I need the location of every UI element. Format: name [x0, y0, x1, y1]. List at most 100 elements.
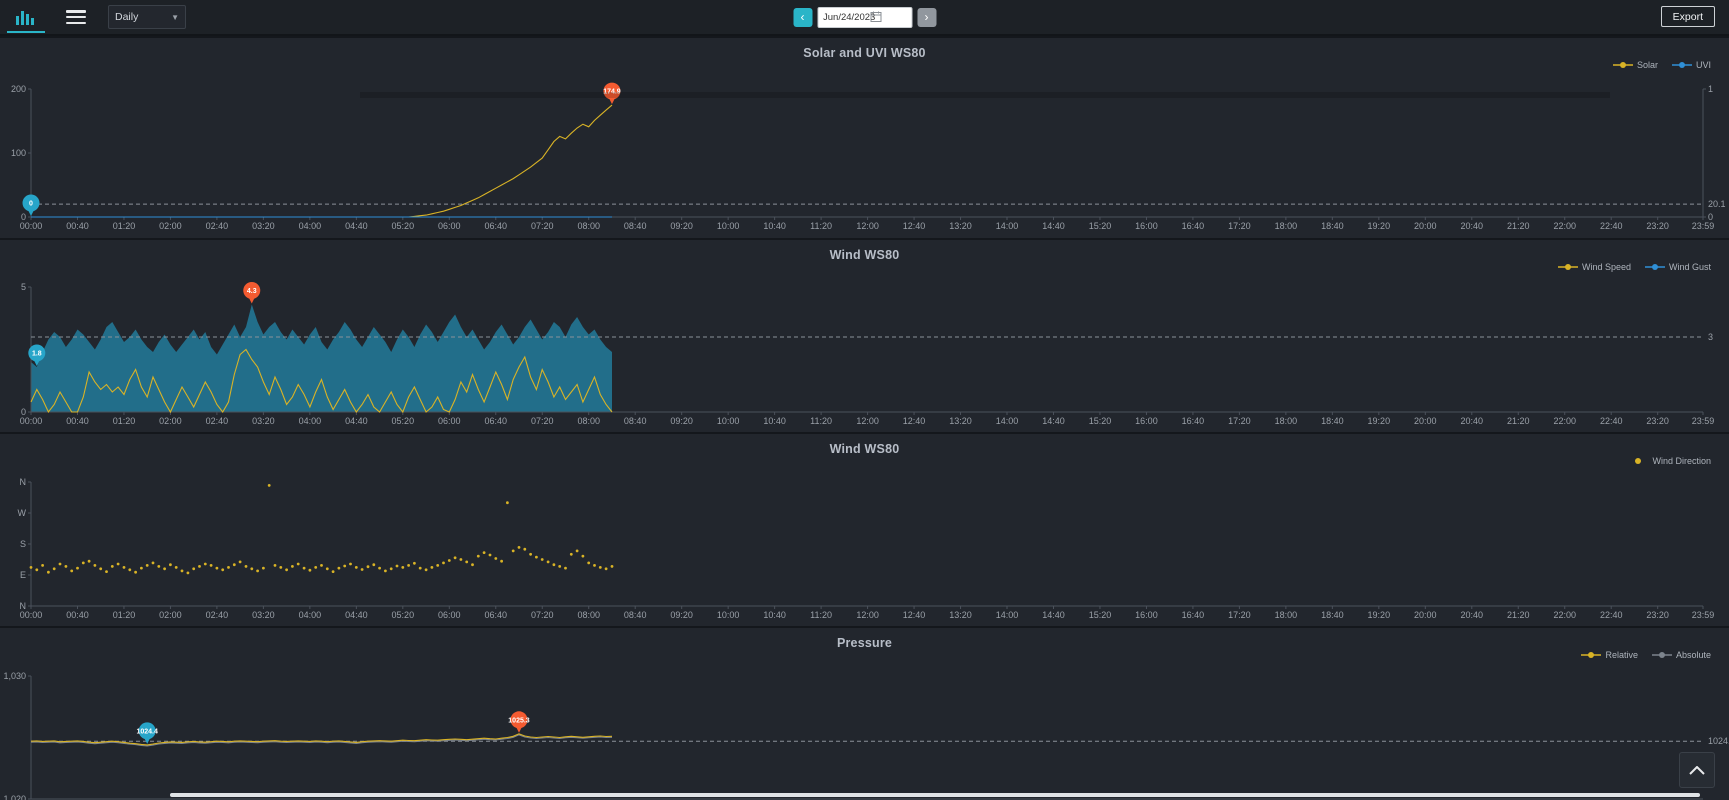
y-tick-label: 200	[11, 84, 26, 94]
x-tick-label: 01:20	[113, 221, 136, 231]
next-day-button[interactable]: ›	[917, 8, 936, 27]
x-tick-label: 12:00	[856, 416, 879, 426]
y-tick-label: 100	[11, 148, 26, 158]
previous-day-button[interactable]: ‹	[793, 8, 812, 27]
x-tick-label: 00:40	[66, 221, 89, 231]
wind-direction-point	[210, 564, 213, 567]
wind-direction-point	[535, 556, 538, 559]
wind-direction-point	[285, 568, 288, 571]
x-tick-label: 12:40	[903, 221, 926, 231]
wind-direction-point	[523, 548, 526, 551]
wind-direction-point	[436, 564, 439, 567]
x-tick-label: 14:00	[996, 610, 1019, 620]
legend-item-wind-gust[interactable]: Wind Gust	[1645, 262, 1711, 272]
wind-direction-point	[460, 558, 463, 561]
app-logo[interactable]	[0, 0, 52, 34]
wind-direction-point	[349, 563, 352, 566]
x-tick-label: 03:20	[252, 221, 275, 231]
legend-item-wind-speed[interactable]: Wind Speed	[1558, 262, 1631, 272]
x-tick-label: 02:40	[206, 610, 229, 620]
wind-direction-plot-area[interactable]: NWSEN00:0000:4001:2002:0002:4003:2004:00…	[0, 434, 1729, 628]
solar-uvi-plot-area[interactable]: 20010001020.100:0000:4001:2002:0002:4003…	[0, 38, 1729, 240]
legend-item-relative[interactable]: Relative	[1581, 650, 1638, 660]
legend-label: Absolute	[1676, 650, 1711, 660]
wind-direction-point	[454, 556, 457, 559]
active-tab-underline	[7, 31, 45, 33]
scroll-to-top-button[interactable]	[1679, 752, 1715, 788]
menu-icon[interactable]	[66, 10, 86, 24]
x-tick-label: 17:20	[1228, 610, 1251, 620]
x-tick-label: 21:20	[1507, 221, 1530, 231]
wind-direction-point	[564, 567, 567, 570]
x-tick-label: 11:20	[810, 221, 832, 231]
svg-text:1025.3: 1025.3	[508, 717, 530, 724]
wind-direction-point	[181, 570, 184, 573]
wind-direction-point	[70, 570, 73, 573]
x-tick-label: 06:40	[485, 221, 508, 231]
x-tick-label: 06:40	[485, 610, 508, 620]
y-tick-label: E	[20, 570, 26, 580]
wind-direction-point	[355, 566, 358, 569]
legend-item-absolute[interactable]: Absolute	[1652, 650, 1711, 660]
wind-direction-point	[204, 563, 207, 566]
export-button[interactable]: Export	[1661, 6, 1715, 27]
date-input[interactable]	[817, 7, 912, 28]
average-value-label: 3	[1708, 332, 1713, 342]
x-tick-label: 03:20	[252, 610, 275, 620]
legend-marker-icon	[1613, 61, 1633, 69]
wind-direction-point	[378, 567, 381, 570]
min-value-pin: 1024.4	[136, 722, 158, 744]
x-tick-label: 14:00	[996, 416, 1019, 426]
x-tick-label: 22:40	[1600, 221, 1623, 231]
x-tick-label: 04:40	[345, 416, 368, 426]
x-tick-label: 09:20	[670, 610, 693, 620]
chart-legend: Solar UVI	[1613, 60, 1711, 70]
top-bar: Daily ▼ ‹ › Export	[0, 0, 1729, 36]
x-tick-label: 14:40	[1042, 610, 1065, 620]
svg-text:0: 0	[29, 201, 33, 208]
legend-item-solar[interactable]: Solar	[1613, 60, 1658, 70]
wind-direction-point	[431, 566, 434, 569]
wind-direction-point	[256, 570, 259, 573]
x-tick-label: 15:20	[1089, 610, 1112, 620]
wind-direction-point	[570, 553, 573, 556]
x-tick-label: 22:00	[1553, 221, 1576, 231]
wind-direction-point	[88, 560, 91, 563]
wind-direction-point	[599, 566, 602, 569]
wind-direction-point	[529, 553, 532, 556]
wind-direction-point	[494, 557, 497, 560]
x-tick-label: 00:00	[20, 610, 43, 620]
x-tick-label: 23:20	[1646, 610, 1669, 620]
x-tick-label: 11:20	[810, 610, 832, 620]
wind-direction-point	[442, 562, 445, 565]
x-tick-label: 15:20	[1089, 221, 1112, 231]
legend-item-wind-direction[interactable]: Wind Direction	[1628, 456, 1711, 466]
legend-item-uvi[interactable]: UVI	[1672, 60, 1711, 70]
y-tick-label: 5	[21, 282, 26, 292]
period-select[interactable]: Daily ▼	[108, 5, 186, 29]
horizontal-scrollbar[interactable]	[170, 793, 1700, 797]
wind-speed-plot-area[interactable]: 50300:0000:4001:2002:0002:4003:2004:0004…	[0, 240, 1729, 434]
x-tick-label: 07:20	[531, 416, 554, 426]
wind-direction-chart-panel: Wind WS80 Wind Direction NWSEN00:0000:40…	[0, 432, 1729, 628]
x-tick-label: 15:20	[1089, 416, 1112, 426]
legend-label: Wind Speed	[1582, 262, 1631, 272]
pressure-plot-area[interactable]: 1,0301,0201024.71024.41025.3	[0, 628, 1729, 800]
x-tick-label: 16:00	[1135, 221, 1158, 231]
x-tick-label: 22:00	[1553, 610, 1576, 620]
wind-direction-point	[140, 567, 143, 570]
x-tick-label: 20:00	[1414, 221, 1437, 231]
y-tick-label: N	[20, 477, 27, 487]
svg-text:1.8: 1.8	[32, 351, 42, 358]
wind-direction-point	[262, 567, 265, 570]
x-tick-label: 20:00	[1414, 416, 1437, 426]
wind-direction-point	[309, 569, 312, 572]
period-select-value: Daily	[115, 11, 138, 23]
x-tick-label: 12:40	[903, 610, 926, 620]
wind-direction-point	[192, 567, 195, 570]
x-tick-label: 09:20	[670, 221, 693, 231]
x-tick-label: 06:40	[485, 416, 508, 426]
x-tick-label: 19:20	[1368, 610, 1391, 620]
wind-direction-point	[338, 567, 341, 570]
x-tick-label: 04:40	[345, 610, 368, 620]
